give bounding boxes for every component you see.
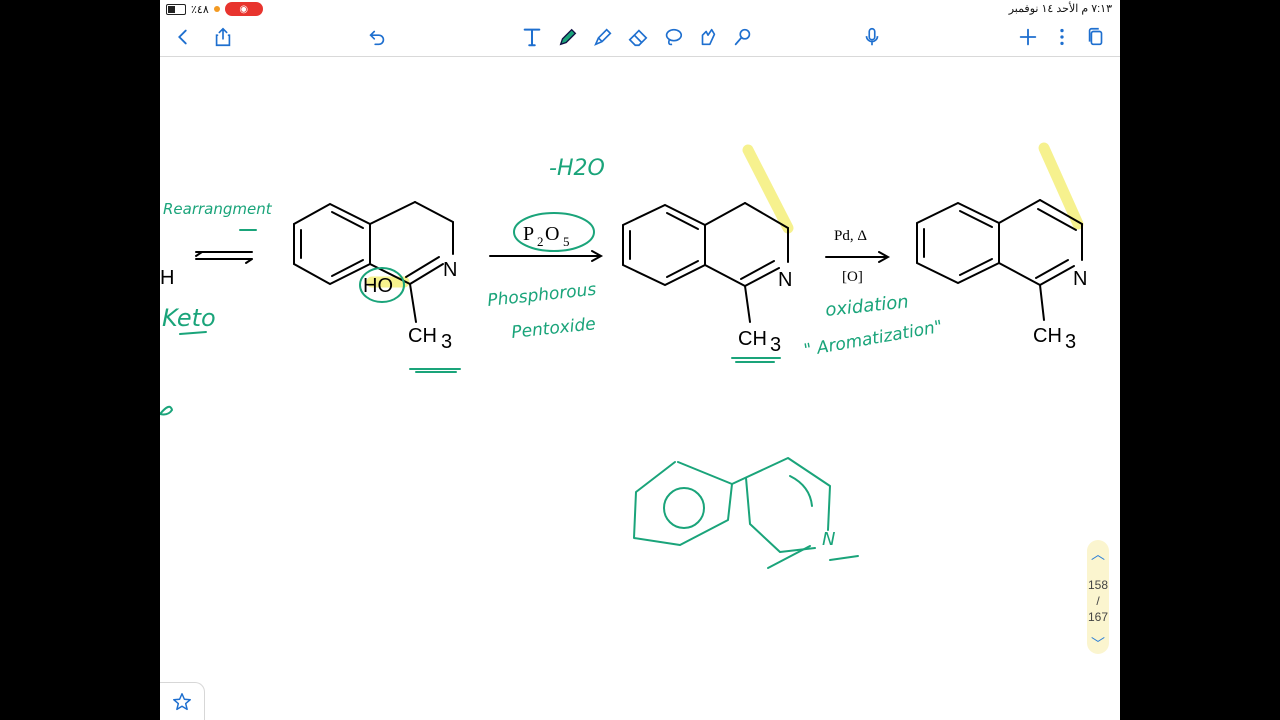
ink-fragment xyxy=(160,405,173,416)
total-pages: 167 xyxy=(1087,610,1109,624)
edge-text-fragment: H xyxy=(160,267,174,289)
ink-minus-h2o: -H2O xyxy=(549,156,605,181)
ink-aromatization: " Aromatization" xyxy=(802,317,944,361)
atom-ch3-subscript: 3 xyxy=(1065,331,1076,353)
atom-ch3-subscript: 3 xyxy=(441,331,452,353)
ipad-screen: ٪٤٨ ◉ ٧:١٣ م الأحد ١٤ نوفمبر H Rearrangm… xyxy=(160,0,1120,720)
structure-enol: N HO CH 3 xyxy=(293,201,457,353)
lasso-tool-icon[interactable] xyxy=(658,22,688,52)
status-left: ٪٤٨ ◉ xyxy=(166,2,263,16)
svg-text:N: N xyxy=(822,529,835,550)
note-canvas[interactable]: H Rearrangment Keto N HO CH 3 -H2O P 2 O… xyxy=(160,57,1120,720)
ink-pentoxide: Pentoxide xyxy=(510,314,596,343)
ink-underline-ch3 xyxy=(731,357,781,363)
battery-percent: ٪٤٨ xyxy=(191,3,209,16)
back-icon[interactable] xyxy=(168,22,198,52)
equilibrium-arrow xyxy=(195,251,253,264)
highlighter-tool-icon[interactable] xyxy=(588,22,618,52)
record-icon[interactable]: ◉ xyxy=(224,2,263,16)
page-navigator: ︿ 158 / 167 ﹀ xyxy=(1087,540,1109,654)
svg-text:O: O xyxy=(545,223,559,245)
ink-isoquinoline-sketch: N xyxy=(633,457,859,569)
eraser-tool-icon[interactable] xyxy=(623,22,653,52)
reaction-arrow-2 xyxy=(825,251,891,263)
atom-ho: HO xyxy=(363,275,393,297)
atom-n: N xyxy=(443,259,457,281)
undo-icon[interactable] xyxy=(362,22,392,52)
atom-ch3: CH xyxy=(1033,325,1062,347)
reaction-arrow-1 xyxy=(489,250,604,262)
add-page-icon[interactable] xyxy=(1013,22,1043,52)
ink-oxidation: oxidation xyxy=(824,291,909,321)
star-icon xyxy=(173,693,191,711)
chevron-up-icon[interactable]: ︿ xyxy=(1091,544,1105,564)
status-datetime: ٧:١٣ م الأحد ١٤ نوفمبر xyxy=(1008,3,1112,15)
text-tool-icon[interactable] xyxy=(517,22,547,52)
ink-phosphorous: Phosphorous xyxy=(486,280,597,311)
ink-underline-ch3 xyxy=(409,368,461,373)
favorite-button[interactable] xyxy=(160,682,205,720)
atom-ch3: CH xyxy=(408,325,437,347)
pages-icon[interactable] xyxy=(1081,22,1111,52)
chevron-down-icon[interactable]: ﹀ xyxy=(1091,634,1105,654)
ink-keto: Keto xyxy=(162,304,216,332)
reagent-pd: Pd, Δ xyxy=(834,228,867,244)
reagent-o: [O] xyxy=(842,269,863,285)
microphone-icon[interactable] xyxy=(857,22,887,52)
atom-n: N xyxy=(1073,268,1087,290)
svg-text:2: 2 xyxy=(537,234,544,249)
atom-ch3-subscript: 3 xyxy=(770,334,781,356)
atom-n: N xyxy=(778,269,792,291)
mic-indicator-dot xyxy=(213,6,220,12)
structure-dihydroisoquinoline: N CH 3 xyxy=(622,202,792,356)
toolbar xyxy=(160,18,1120,57)
status-bar: ٪٤٨ ◉ ٧:١٣ م الأحد ١٤ نوفمبر xyxy=(160,0,1120,18)
ink-rearrangement: Rearrangment xyxy=(163,200,273,218)
atom-ch3: CH xyxy=(738,328,767,350)
svg-text:P: P xyxy=(523,223,534,245)
shapes-tool-icon[interactable] xyxy=(693,22,723,52)
reagent-p2o5: P 2 O 5 xyxy=(523,223,570,249)
battery-icon xyxy=(166,3,186,15)
laser-pointer-icon[interactable] xyxy=(728,22,758,52)
page-separator: / xyxy=(1096,594,1100,608)
pen-tool-icon[interactable] xyxy=(553,22,583,52)
ink-underline xyxy=(179,331,207,335)
current-page: 158 xyxy=(1087,578,1109,592)
svg-text:5: 5 xyxy=(563,234,570,249)
more-icon[interactable] xyxy=(1047,22,1077,52)
share-icon[interactable] xyxy=(208,22,238,52)
